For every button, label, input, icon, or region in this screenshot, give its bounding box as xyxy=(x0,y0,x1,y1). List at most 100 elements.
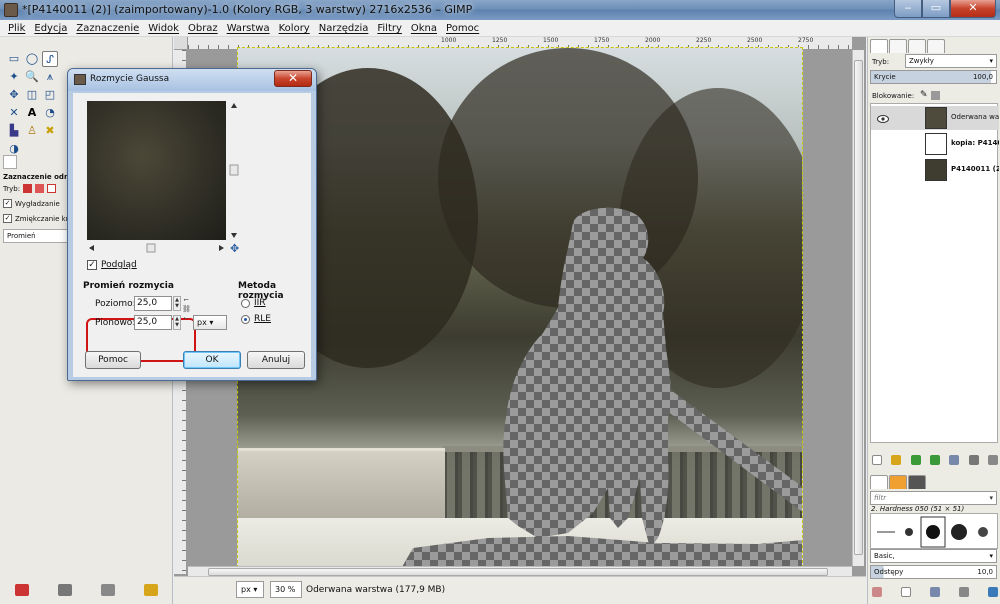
antialias-checkbox[interactable]: ✓ xyxy=(3,199,12,208)
anchor-layer-icon[interactable] xyxy=(968,455,979,465)
move-icon[interactable]: ✥ xyxy=(6,87,22,103)
scale-icon[interactable]: ◰ xyxy=(42,87,58,103)
zoom-icon[interactable]: 🔍 xyxy=(24,69,40,85)
stamp-icon[interactable]: ♙ xyxy=(24,123,40,139)
menu-pomoc[interactable]: Pomoc xyxy=(446,20,479,36)
brush-preset-select[interactable]: Basic, ▾ xyxy=(870,549,997,563)
text-icon[interactable]: A xyxy=(24,105,40,121)
tab-undo[interactable] xyxy=(927,39,945,53)
menu-widok[interactable]: Widok xyxy=(148,20,179,36)
image-canvas[interactable] xyxy=(237,47,803,573)
menu-zaznaczenie[interactable]: Zaznaczenie xyxy=(76,20,139,36)
minimize-button[interactable]: ‒ xyxy=(894,0,922,18)
edit-brush-icon[interactable] xyxy=(872,587,882,597)
horizontal-scrollbar[interactable] xyxy=(188,566,852,576)
preview-horizontal-scrollbar[interactable] xyxy=(87,243,226,253)
chain-link-icon[interactable]: ⌐ ⛓ ⌙ xyxy=(182,296,191,326)
vertical-scrollbar[interactable] xyxy=(852,50,864,566)
unit-selector[interactable]: px ▾ xyxy=(236,581,264,598)
feather-checkbox[interactable]: ✓ xyxy=(3,214,12,223)
maximize-button[interactable]: ▭ xyxy=(922,0,950,18)
bucket-icon[interactable]: ▙ xyxy=(6,123,22,139)
tab-patterns[interactable] xyxy=(889,475,907,489)
tab-gradients[interactable] xyxy=(908,475,926,489)
restore-options-icon[interactable] xyxy=(57,584,72,596)
layer-mode-select[interactable]: Zwykły ▾ xyxy=(905,54,997,68)
delete-layer-icon[interactable] xyxy=(987,455,998,465)
menu-okna[interactable]: Okna xyxy=(411,20,437,36)
lock-alpha-icon[interactable] xyxy=(931,91,940,100)
cancel-button[interactable]: Anuluj xyxy=(247,351,305,369)
ok-button[interactable]: OK xyxy=(183,351,241,369)
dialog-close-button[interactable]: ✕ xyxy=(274,70,312,87)
ruler-corner[interactable] xyxy=(174,37,188,50)
layer-row[interactable]: kopia: P4140011 xyxy=(871,132,999,156)
mode-subtract-icon[interactable] xyxy=(47,184,57,193)
opacity-slider[interactable]: Krycie 100,0 xyxy=(870,70,997,84)
zoom-selector[interactable]: 30 % xyxy=(270,581,302,598)
rect-select-icon[interactable]: ▭ xyxy=(6,51,22,67)
menu-plik[interactable]: Plik xyxy=(8,20,25,36)
align-icon[interactable]: ◫ xyxy=(24,87,40,103)
lock-pixels-icon[interactable]: ✎ xyxy=(920,90,928,100)
radius-unit-select[interactable]: px ▾ xyxy=(193,315,227,330)
raise-layer-icon[interactable] xyxy=(910,455,921,465)
menu-edycja[interactable]: Edycja xyxy=(34,20,67,36)
horizontal-spin-button[interactable]: ▲ ▼ xyxy=(173,296,181,311)
vertical-spin-button[interactable]: ▲ ▼ xyxy=(173,315,181,330)
mode-replace-icon[interactable] xyxy=(23,184,33,193)
new-layer-icon[interactable] xyxy=(872,455,882,465)
tab-brushes[interactable] xyxy=(870,475,888,489)
help-button[interactable]: Pomoc xyxy=(85,351,141,369)
new-layer-group-icon[interactable] xyxy=(891,455,902,465)
method-iir-radio[interactable] xyxy=(241,298,250,308)
delete-brush-icon[interactable] xyxy=(959,587,969,597)
visibility-eye-icon[interactable] xyxy=(877,113,889,123)
new-brush-icon[interactable] xyxy=(901,587,911,597)
menu-narzedzia[interactable]: Narzędzia xyxy=(319,20,369,36)
reset-options-icon[interactable] xyxy=(144,584,159,596)
paths-icon[interactable]: ⩚ xyxy=(42,69,58,85)
menu-obraz[interactable]: Obraz xyxy=(188,20,218,36)
preview-navigate-icon[interactable]: ✥ xyxy=(230,242,239,255)
preview-checkbox[interactable]: ✓ xyxy=(87,260,97,270)
brush-large[interactable] xyxy=(951,524,967,540)
horizontal-radius-input[interactable]: 25,0 xyxy=(134,296,172,311)
menu-filtry[interactable]: Filtry xyxy=(377,20,402,36)
dialog-titlebar[interactable]: Rozmycie Gaussa ✕ xyxy=(68,69,316,91)
tab-channels[interactable] xyxy=(889,39,907,53)
spacing-slider[interactable]: Odstępy 10,0 xyxy=(870,565,997,579)
close-window-button[interactable]: ✕ xyxy=(950,0,996,18)
tab-layers[interactable] xyxy=(870,39,888,53)
tab-paths[interactable] xyxy=(908,39,926,53)
vertical-radius-input[interactable]: 25,0 xyxy=(134,315,172,330)
brush-soft[interactable] xyxy=(978,527,988,537)
feather-radius-field[interactable]: Promień xyxy=(3,229,69,243)
free-select-icon[interactable]: ᔑ xyxy=(42,51,58,67)
duplicate-brush-icon[interactable] xyxy=(930,587,940,597)
blur-preview[interactable] xyxy=(87,101,226,240)
heal-icon[interactable]: ✖ xyxy=(42,123,58,139)
flip-icon[interactable]: ✕ xyxy=(6,105,22,121)
menu-kolory[interactable]: Kolory xyxy=(279,20,310,36)
vertical-scroll-thumb[interactable] xyxy=(854,60,863,555)
color-picker-icon[interactable]: ◔ xyxy=(42,105,58,121)
lower-layer-icon[interactable] xyxy=(929,455,940,465)
layer-row[interactable]: Oderwana warstwa xyxy=(871,106,999,130)
fuzzy-select-icon[interactable]: ✦ xyxy=(6,69,22,85)
refresh-brushes-icon[interactable] xyxy=(988,587,998,597)
mode-add-icon[interactable] xyxy=(35,184,45,193)
ellipse-select-icon[interactable]: ◯ xyxy=(24,51,40,67)
brush-hardness-050[interactable] xyxy=(926,525,940,539)
method-rle-radio[interactable] xyxy=(241,314,250,324)
delete-options-icon[interactable] xyxy=(101,584,116,596)
layer-row[interactable]: P4140011 (2). xyxy=(871,158,999,182)
brush-small[interactable] xyxy=(905,528,913,536)
menu-warstwa[interactable]: Warstwa xyxy=(227,20,270,36)
horizontal-scroll-thumb[interactable] xyxy=(208,568,828,576)
brush-grid[interactable] xyxy=(870,513,998,549)
preview-vertical-scrollbar[interactable] xyxy=(229,101,239,240)
brush-filter-input[interactable]: filtr ▾ xyxy=(870,491,997,505)
duplicate-layer-icon[interactable] xyxy=(949,455,960,465)
save-options-icon[interactable] xyxy=(14,584,29,596)
